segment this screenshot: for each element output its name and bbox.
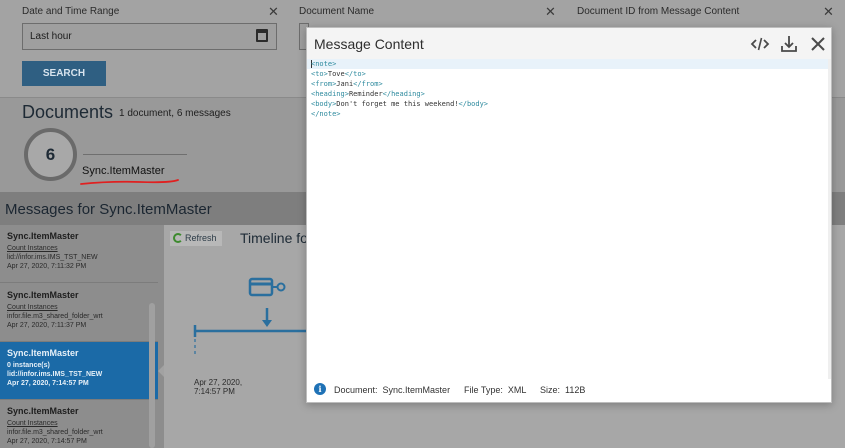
close-icon[interactable]: ✕: [823, 4, 834, 20]
code-scrollbar[interactable]: [828, 59, 831, 379]
close-icon[interactable]: ✕: [268, 4, 279, 20]
divider: [83, 154, 187, 155]
list-scrollbar[interactable]: [149, 303, 155, 448]
list-item[interactable]: Sync.ItemMaster Count Instances lid://in…: [0, 225, 158, 283]
date-range-value: Last hour: [30, 31, 72, 42]
message-name: Sync.ItemMaster: [7, 290, 79, 300]
active-line-highlight: [307, 59, 831, 69]
message-source: infor.file.m3_shared_folder_wrt: [7, 313, 103, 320]
messages-title: Messages for Sync.ItemMaster: [5, 201, 212, 218]
list-item-selected[interactable]: Sync.ItemMaster 0 instance(s) lid://info…: [0, 342, 158, 400]
documents-title: Documents: [22, 102, 114, 122]
list-item[interactable]: Sync.ItemMaster Count Instances infor.fi…: [0, 284, 158, 342]
xml-code-viewer[interactable]: <note> <to>Tove</to> <from>Jani</from> <…: [307, 59, 831, 379]
date-range-input[interactable]: Last hour: [22, 23, 277, 50]
download-icon[interactable]: [779, 34, 799, 54]
red-annotation-underline: [80, 179, 179, 185]
document-value: Sync.ItemMaster: [382, 385, 451, 395]
code-line: <to>Tove</to>: [311, 70, 366, 78]
message-time: Apr 27, 2020, 7:14:57 PM: [7, 438, 87, 445]
info-icon: i: [314, 383, 326, 395]
code-line: <heading>Reminder</heading>: [311, 90, 425, 98]
file-type-label: File Type:: [464, 385, 503, 395]
count-instances-link[interactable]: Count Instances: [7, 420, 158, 427]
dialog-header: Message Content: [307, 28, 831, 59]
dialog-title: Message Content: [314, 36, 424, 52]
document-name-label: Document Name: [299, 6, 375, 17]
date-range-label: Date and Time Range: [22, 6, 120, 17]
close-icon[interactable]: [808, 34, 828, 54]
message-name: Sync.ItemMaster: [7, 348, 79, 358]
message-time: Apr 27, 2020, 7:11:32 PM: [7, 263, 87, 270]
size-info: Size: 112B: [540, 385, 585, 395]
timeline-graphic: [193, 277, 312, 355]
message-time: Apr 27, 2020, 7:11:37 PM: [7, 322, 87, 329]
close-icon[interactable]: ✕: [545, 4, 556, 20]
list-item[interactable]: Sync.ItemMaster Count Instances infor.fi…: [0, 400, 158, 448]
code-icon[interactable]: [750, 34, 770, 54]
refresh-icon: [173, 233, 183, 243]
document-name[interactable]: Sync.ItemMaster: [82, 165, 165, 177]
document-info: Document: Sync.ItemMaster: [334, 385, 450, 395]
dialog-footer: i Document: Sync.ItemMaster File Type: X…: [307, 378, 831, 402]
code-line: <note>: [311, 60, 337, 68]
message-time: Apr 27, 2020, 7:14:57 PM: [7, 380, 89, 387]
message-source: lid://infor.ims.IMS_TST_NEW: [7, 371, 103, 378]
calendar-icon[interactable]: [256, 29, 268, 42]
count-instances-link[interactable]: Count Instances: [7, 304, 158, 311]
timeline-title: Timeline fo: [240, 230, 308, 246]
file-type-info: File Type: XML: [464, 385, 526, 395]
timeline-date: Apr 27, 2020, 7:14:57 PM: [194, 378, 242, 396]
document-id-label: Document ID from Message Content: [577, 6, 740, 17]
code-line: <from>Jani</from>: [311, 80, 383, 88]
search-button[interactable]: SEARCH: [22, 61, 106, 86]
code-line: </note>: [311, 110, 341, 118]
timeline-date-line1: Apr 27, 2020,: [194, 378, 243, 387]
message-list: Sync.ItemMaster Count Instances lid://in…: [0, 225, 165, 448]
timeline-date-line2: 7:14:57 PM: [194, 387, 235, 396]
document-label: Document:: [334, 385, 378, 395]
message-source: lid://infor.ims.IMS_TST_NEW: [7, 254, 98, 261]
refresh-label: Refresh: [185, 233, 217, 243]
code-line: <body>Don't forget me this weekend!</bod…: [311, 100, 489, 108]
count-instances-link[interactable]: Count Instances: [7, 245, 158, 252]
message-content-dialog: Message Content <note> <to>Tove</to> <fr…: [306, 27, 832, 403]
message-source: infor.file.m3_shared_folder_wrt: [7, 429, 103, 436]
file-type-value: XML: [507, 385, 527, 395]
date-range-filter: Date and Time Range ✕ Last hour SEARCH: [22, 0, 279, 97]
document-count-ring[interactable]: 6: [24, 128, 77, 181]
size-value: 112B: [565, 385, 586, 395]
refresh-button[interactable]: Refresh: [170, 231, 222, 246]
instance-count: 0 instance(s): [7, 362, 50, 369]
document-flow-icon: [248, 277, 286, 297]
message-name: Sync.ItemMaster: [7, 406, 79, 416]
documents-summary: 1 document, 6 messages: [119, 108, 231, 119]
size-label: Size:: [540, 385, 561, 395]
message-name: Sync.ItemMaster: [7, 231, 79, 241]
